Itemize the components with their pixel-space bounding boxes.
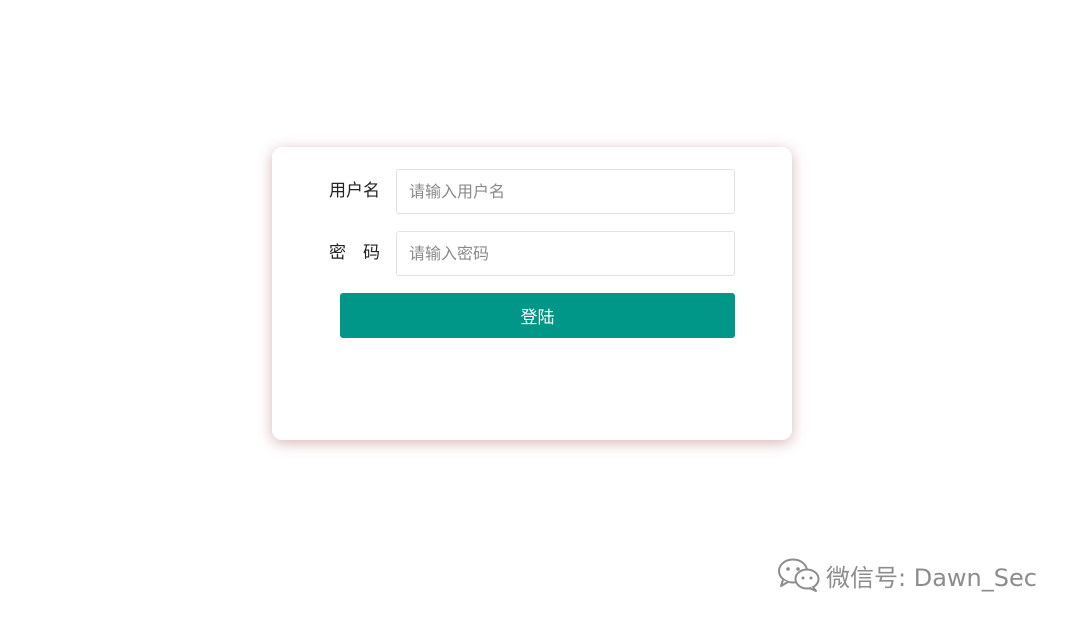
login-card: 用户名 密 码 登陆 [272,147,792,440]
username-label: 用户名 [329,181,380,201]
password-input[interactable] [396,231,735,276]
wechat-icon [778,558,820,592]
watermark: 微信号: Dawn_Sec [776,555,1037,595]
username-input[interactable] [396,169,735,214]
password-label: 密 码 [329,243,380,263]
password-row: 密 码 [272,231,792,276]
login-button[interactable]: 登陆 [340,293,735,338]
username-row: 用户名 [272,169,792,214]
watermark-text: 微信号: Dawn_Sec [826,563,1037,592]
